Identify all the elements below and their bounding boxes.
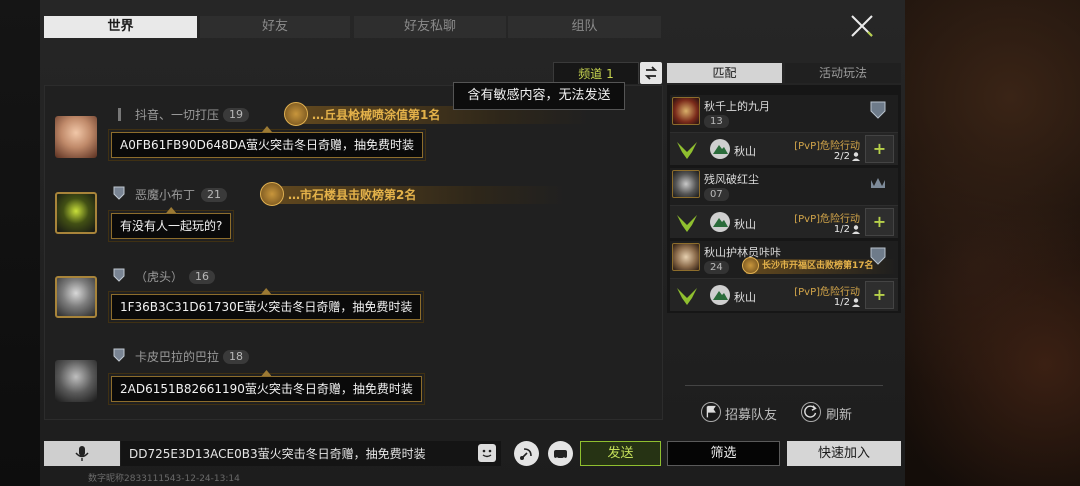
refresh-button[interactable]: 刷新 — [826, 404, 852, 423]
member-count: 1/2 — [833, 297, 850, 308]
smiley-icon — [482, 449, 492, 458]
rank-crown-icon — [871, 178, 885, 188]
rank-shield-icon — [113, 186, 125, 200]
level-badge: 19 — [223, 108, 249, 122]
quick-join-button[interactable]: 快速加入 — [787, 441, 901, 466]
person-icon — [852, 225, 860, 234]
map-icon — [710, 285, 730, 305]
chat-bubble: 2AD6151B82661190萤火突击冬日奇赠，抽免费时装 — [108, 373, 425, 405]
team-leader-name: 秋千上的九月 — [704, 100, 770, 113]
divider — [685, 385, 883, 386]
sender-name: （虎头） — [135, 270, 184, 284]
channel-selector[interactable]: 频道 1 — [553, 62, 639, 84]
person-icon — [852, 152, 860, 161]
rank-shield-icon — [870, 101, 886, 119]
tab-friend-private-chat[interactable]: 好友私聊 — [354, 16, 506, 38]
game-scene-backdrop — [905, 0, 1080, 486]
left-backdrop — [0, 0, 40, 486]
satellite-icon — [520, 448, 532, 460]
team-card[interactable]: 残风破红尘 07 秋山 [PvP]危险行动 1/2 + — [670, 168, 898, 238]
level-badge: 16 — [189, 270, 215, 284]
avatar — [672, 170, 700, 198]
level-badge: 07 — [704, 188, 729, 201]
join-team-button[interactable]: + — [865, 281, 894, 309]
team-info-row: 秋山 [PvP]危险行动 1/2 + — [670, 278, 898, 311]
rank-shield-icon — [113, 348, 125, 362]
map-name: 秋山 — [734, 291, 756, 304]
send-button[interactable]: 发送 — [580, 441, 661, 466]
rank-shield-icon — [870, 247, 886, 265]
level-badge: 21 — [201, 188, 227, 202]
person-icon — [852, 298, 860, 307]
game-mode: [PvP]危险行动 — [794, 214, 860, 225]
join-team-button[interactable]: + — [865, 135, 894, 163]
honor-title: …市石楼县击败榜第2名 — [266, 186, 566, 204]
chat-bubble: A0FB61FB90D648DA萤火突击冬日奇赠，抽免费时装 — [107, 129, 427, 161]
team-card[interactable]: 秋千上的九月 13 秋山 [PvP]危险行动 2/2 + — [670, 95, 898, 165]
wing-emblem-icon — [677, 288, 697, 305]
swap-icon — [644, 66, 658, 80]
quick-phrase-button[interactable] — [548, 441, 573, 466]
avatar[interactable] — [55, 360, 97, 402]
emoji-button[interactable] — [478, 444, 496, 462]
game-mode: [PvP]危险行动 — [794, 287, 860, 298]
tab-team[interactable]: 组队 — [508, 16, 661, 38]
honor-medal-icon — [742, 257, 759, 274]
map-icon — [710, 139, 730, 159]
game-mode: [PvP]危险行动 — [794, 141, 860, 152]
team-leader-name: 秋山护林员咔咔 — [704, 246, 781, 259]
flag-icon[interactable] — [701, 402, 721, 422]
level-badge: 24 — [704, 261, 729, 274]
sender-name: 恶魔小布丁 — [135, 188, 196, 202]
location-share-button[interactable] — [514, 441, 539, 466]
wing-emblem-icon — [677, 215, 697, 232]
wing-emblem-icon — [677, 142, 697, 159]
honor-medal-icon — [284, 102, 308, 126]
sensitive-content-toast: 含有敏感内容，无法发送 — [453, 82, 625, 110]
tab-match[interactable]: 匹配 — [667, 63, 782, 83]
map-name: 秋山 — [734, 218, 756, 231]
sender-name: 卡皮巴拉的巴拉 — [135, 350, 220, 364]
team-card[interactable]: 秋山护林员咔咔 24 长沙市开福区击败榜第17名 秋山 [PvP]危险行动 1/… — [670, 241, 898, 311]
member-count: 2/2 — [833, 151, 850, 162]
avatar — [672, 243, 700, 271]
chat-input[interactable] — [121, 441, 501, 466]
vehicle-icon — [554, 450, 567, 461]
honor-title-text: 长沙市开福区击败榜第17名 — [762, 261, 874, 271]
tab-world[interactable]: 世界 — [44, 16, 197, 38]
voice-input-button[interactable] — [44, 441, 120, 466]
tab-friends[interactable]: 好友 — [200, 16, 350, 38]
divider-mark — [118, 108, 121, 121]
close-icon[interactable] — [848, 12, 876, 40]
avatar[interactable] — [55, 116, 97, 158]
avatar — [672, 97, 700, 125]
rank-shield-icon — [113, 268, 125, 282]
microphone-icon — [75, 446, 89, 461]
honor-medal-icon — [260, 182, 284, 206]
avatar[interactable] — [55, 192, 97, 234]
map-icon — [710, 212, 730, 232]
tab-activities[interactable]: 活动玩法 — [785, 63, 901, 83]
refresh-icon[interactable] — [801, 402, 821, 422]
avatar[interactable] — [55, 276, 97, 318]
chat-bubble: 有没有人一起玩的? — [107, 210, 235, 242]
filter-button[interactable]: 筛选 — [667, 441, 780, 466]
switch-channel-button[interactable] — [640, 62, 662, 84]
team-info-row: 秋山 [PvP]危险行动 1/2 + — [670, 205, 898, 238]
sender-name: 抖音、一切打压 — [135, 108, 220, 122]
honor-title-text: …丘县枪械喷涂值第1名 — [312, 108, 441, 122]
team-leader-name: 残风破红尘 — [704, 173, 759, 186]
honor-title-text: …市石楼县击败榜第2名 — [288, 188, 417, 202]
recruit-teammates-button[interactable]: 招募队友 — [725, 404, 777, 423]
member-count: 1/2 — [833, 224, 850, 235]
level-badge: 13 — [704, 115, 729, 128]
chat-bubble: 1F36B3C31D61730E萤火突击冬日奇赠，抽免费时装 — [107, 291, 425, 323]
team-info-row: 秋山 [PvP]危险行动 2/2 + — [670, 132, 898, 165]
level-badge: 18 — [223, 350, 249, 364]
watermark: 数字昵称2833111543-12-24-13:14 — [88, 474, 240, 484]
join-team-button[interactable]: + — [865, 208, 894, 236]
map-name: 秋山 — [734, 145, 756, 158]
